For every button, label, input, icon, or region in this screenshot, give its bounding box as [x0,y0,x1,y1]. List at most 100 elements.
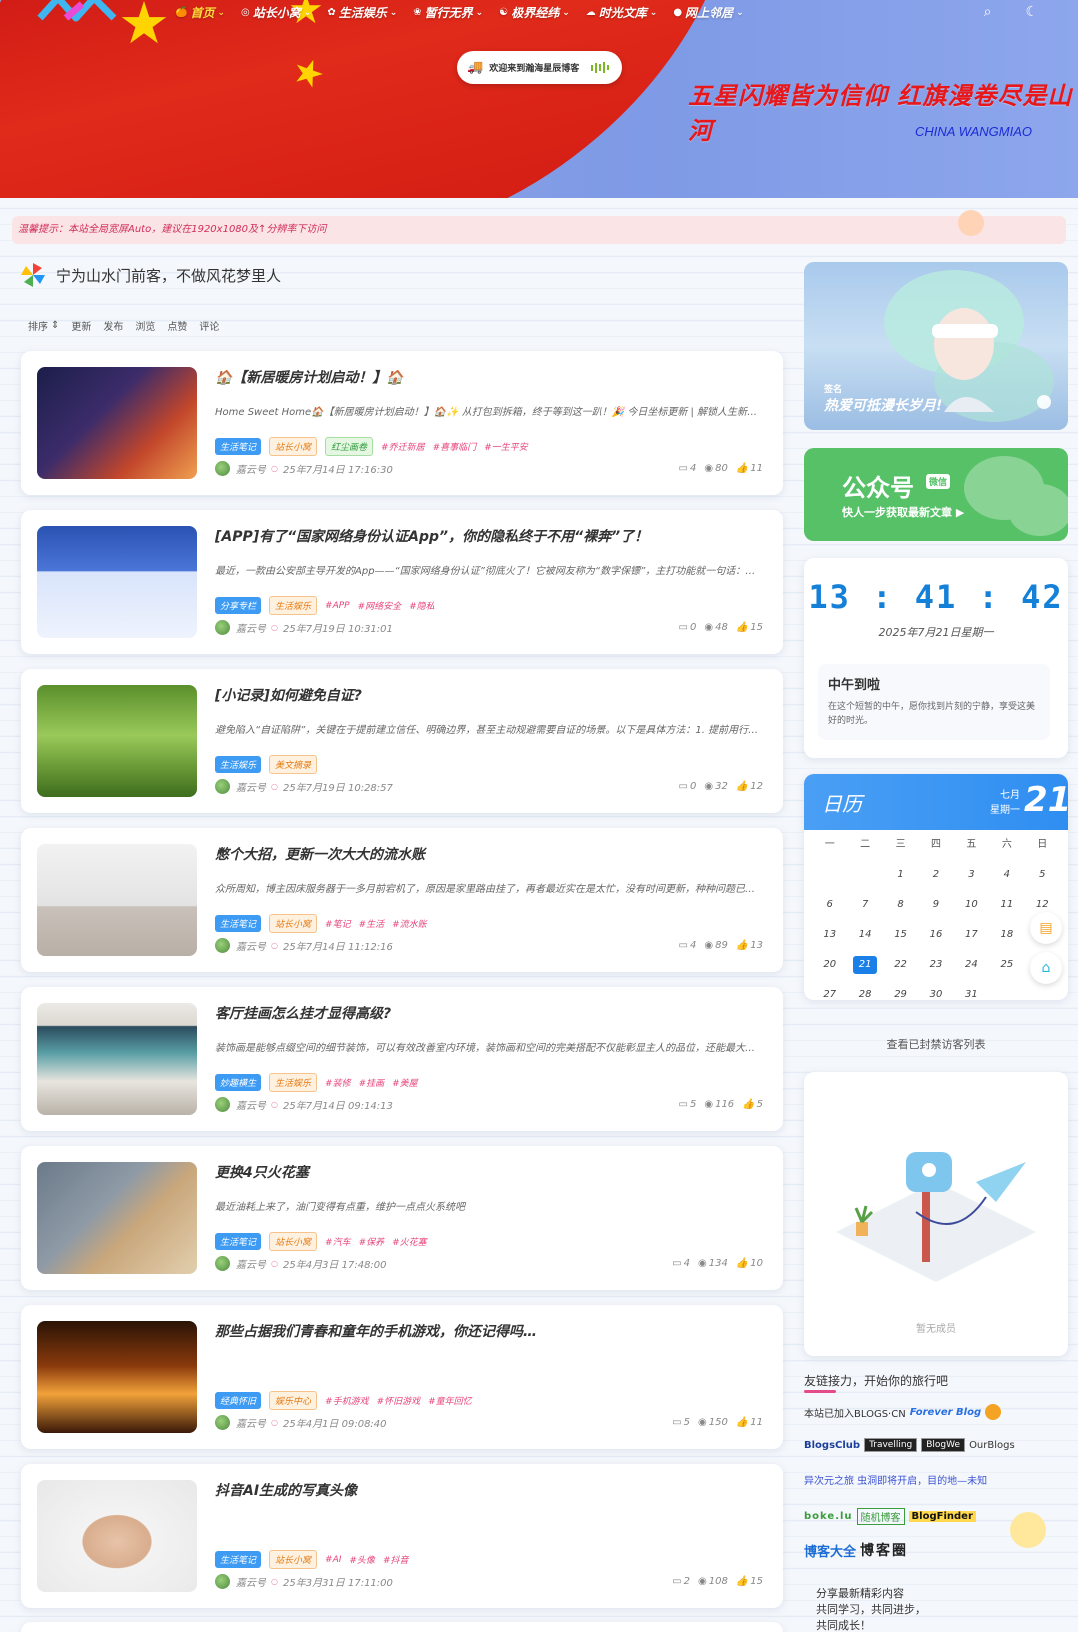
calendar-day-cell[interactable]: 28 [847,986,882,1000]
sort-toggle[interactable]: 排序 ⇕ [28,318,59,333]
category-tag[interactable]: 生活笔记 [215,438,262,455]
nav-item-library[interactable]: ☁ 时光文库 ⌄ [586,4,658,21]
hashtag[interactable]: #头像 [349,1553,375,1566]
calendar-day-cell[interactable]: 6 [812,896,847,914]
post-thumbnail[interactable] [37,526,197,638]
category-tag[interactable]: 经典怀旧 [215,1392,262,1409]
category-tag[interactable]: 红尘画卷 [325,437,374,456]
like-count[interactable]: 👍 13 [736,940,763,951]
category-tag[interactable]: 生活娱乐 [269,1073,318,1092]
calendar-day-cell[interactable]: 16 [918,926,953,944]
nav-item-world[interactable]: ☯ 极界经纬 ⌄ [499,4,570,21]
calendar-day-cell[interactable]: 22 [883,956,918,974]
post-thumbnail[interactable] [37,685,197,797]
category-tag[interactable]: 站长小窝 [269,1550,318,1569]
moon-icon[interactable]: ☾ [1025,4,1038,20]
link-wormhole[interactable]: 异次元之旅 虫洞即将开启，目的地—未知 [804,1472,987,1487]
post-title[interactable]: 更换4只火花塞 [215,1162,309,1182]
calendar-day-cell[interactable]: 1 [883,866,918,884]
link-blogfinder[interactable]: BlogFinder [908,1511,976,1522]
calendar-day-cell[interactable]: 11 [989,896,1024,914]
post-author[interactable]: 嘉云号 [236,620,266,635]
post-card[interactable]: 客厅挂画怎么挂才显得高级? 装饰画是能够点缀空间的细节装饰，可以有效改善室内环境… [21,987,783,1131]
calendar-day-cell[interactable]: 24 [954,956,989,974]
like-count[interactable]: 👍 11 [736,1417,763,1428]
calendar-day-cell[interactable]: 23 [918,956,953,974]
category-tag[interactable]: 站长小窝 [269,437,318,456]
home-float-button[interactable]: ⌂ [1030,952,1062,984]
calendar-day-cell[interactable]: 5 [1025,866,1060,884]
post-author[interactable]: 嘉云号 [236,1415,266,1430]
nav-item-webmaster[interactable]: ◎ 站长小窝 ⌄ [241,4,311,21]
calendar-day-cell[interactable]: 15 [883,926,918,944]
link-blogs-cn[interactable]: 本站已加入BLOGS·CN [804,1405,906,1420]
link-ourblogs[interactable]: OurBlogs [969,1440,1015,1451]
post-title[interactable]: 客厅挂画怎么挂才显得高级? [215,1003,391,1023]
sort-update[interactable]: 更新 [71,318,91,333]
post-card[interactable]: 那些占据我们青春和童年的手机游戏，你还记得吗… 经典怀旧 娱乐中心 #手机游戏 … [21,1305,783,1449]
wechat-banner[interactable]: 公众号 微信 快人一步获取最新文章 ▶ [804,448,1068,541]
nav-item-life[interactable]: ✿ 生活娱乐 ⌄ [327,4,397,21]
post-thumbnail[interactable] [37,844,197,956]
post-author[interactable]: 嘉云号 [236,938,266,953]
category-tag[interactable]: 娱乐中心 [269,1391,318,1410]
hashtag[interactable]: #笔记 [325,917,351,930]
calendar-day-cell[interactable]: 17 [954,926,989,944]
calendar-day-cell[interactable]: 2 [918,866,953,884]
sort-likes[interactable]: 点赞 [167,318,187,333]
post-title[interactable]: 抖音AI生成的写真头像 [215,1480,357,1500]
calendar-day-cell[interactable]: 9 [918,896,953,914]
like-count[interactable]: 👍 15 [736,1576,763,1587]
nav-item-neighbors[interactable]: ● 网上邻居 ⌄ [673,4,743,21]
hashtag[interactable]: #手机游戏 [325,1394,369,1407]
category-tag[interactable]: 分享专栏 [215,597,262,614]
post-card[interactable]: 憋个大招，更新一次大大的流水账 众所周知，博主因床服务器于一多月前宕机了，原因是… [21,828,783,972]
chat-button[interactable]: ▤ [1030,912,1062,944]
like-count[interactable]: 👍 10 [736,1258,763,1269]
calendar-day-cell[interactable]: 20 [812,956,847,974]
post-card[interactable]: [APP]有了“国家网络身份认证App”，你的隐私终于不用“裸奔”了！ 最近，一… [21,510,783,654]
post-author[interactable]: 嘉云号 [236,779,266,794]
category-tag[interactable]: 美文摘录 [269,755,318,774]
calendar-day-cell[interactable]: 18 [989,926,1024,944]
hashtag[interactable]: #APP [325,601,350,611]
post-author[interactable]: 嘉云号 [236,1256,266,1271]
hashtag[interactable]: #一生平安 [484,440,528,453]
category-tag[interactable]: 生活娱乐 [215,756,262,773]
nav-item-home[interactable]: 🍊 首页 ⌄ [175,4,225,21]
hashtag[interactable]: #流水账 [392,917,427,930]
calendar-day-cell[interactable]: 31 [954,986,989,1000]
calendar-day-cell[interactable]: 14 [847,926,882,944]
post-card[interactable]: 🏠【新居暖房计划启动！】🏠 Home Sweet Home🏠【新居暖房计划启动！… [21,351,783,495]
hashtag[interactable]: #童年回忆 [428,1394,472,1407]
calendar-day-cell[interactable]: 10 [954,896,989,914]
link-travelling[interactable]: Travelling [864,1438,918,1452]
post-card[interactable]: 抖音AI生成的写真头像 生活笔记 站长小窝 #AI #头像 #抖音 嘉云号 ○ … [21,1464,783,1608]
category-tag[interactable]: 站长小窝 [269,1232,318,1251]
hashtag[interactable]: #保养 [359,1235,385,1248]
post-title[interactable]: 🏠【新居暖房计划启动！】🏠 [215,367,404,387]
calendar-day-cell[interactable]: 30 [918,986,953,1000]
category-tag[interactable]: 生活笔记 [215,1233,262,1250]
post-title[interactable]: 那些占据我们青春和童年的手机游戏，你还记得吗… [215,1321,537,1341]
hashtag[interactable]: #火花塞 [392,1235,427,1248]
link-blog-daquan[interactable]: 博客大全 [804,1541,856,1560]
calendar-day-cell[interactable]: 25 [989,956,1024,974]
hashtag[interactable]: #挂画 [359,1076,385,1089]
calendar-day-cell[interactable]: 4 [989,866,1024,884]
link-blogsclub[interactable]: BlogsClub [804,1440,860,1451]
hashtag[interactable]: #喜事临门 [433,440,477,453]
sort-views[interactable]: 浏览 [135,318,155,333]
calendar-day-cell[interactable]: 21 [853,956,877,974]
post-author[interactable]: 嘉云号 [236,1097,266,1112]
hashtag[interactable]: #乔迁新居 [381,440,425,453]
like-count[interactable]: 👍 11 [736,463,763,474]
post-title[interactable]: [小记录]如何避免自证? [215,685,362,705]
category-tag[interactable]: 站长小窝 [269,914,318,933]
hashtag[interactable]: #隐私 [409,599,435,612]
hashtag[interactable]: #汽车 [325,1235,351,1248]
search-icon[interactable]: ⌕ [984,4,992,20]
link-random-blog[interactable]: 随机博客 [856,1508,905,1525]
sort-publish[interactable]: 发布 [103,318,123,333]
post-title[interactable]: 憋个大招，更新一次大大的流水账 [215,844,425,864]
